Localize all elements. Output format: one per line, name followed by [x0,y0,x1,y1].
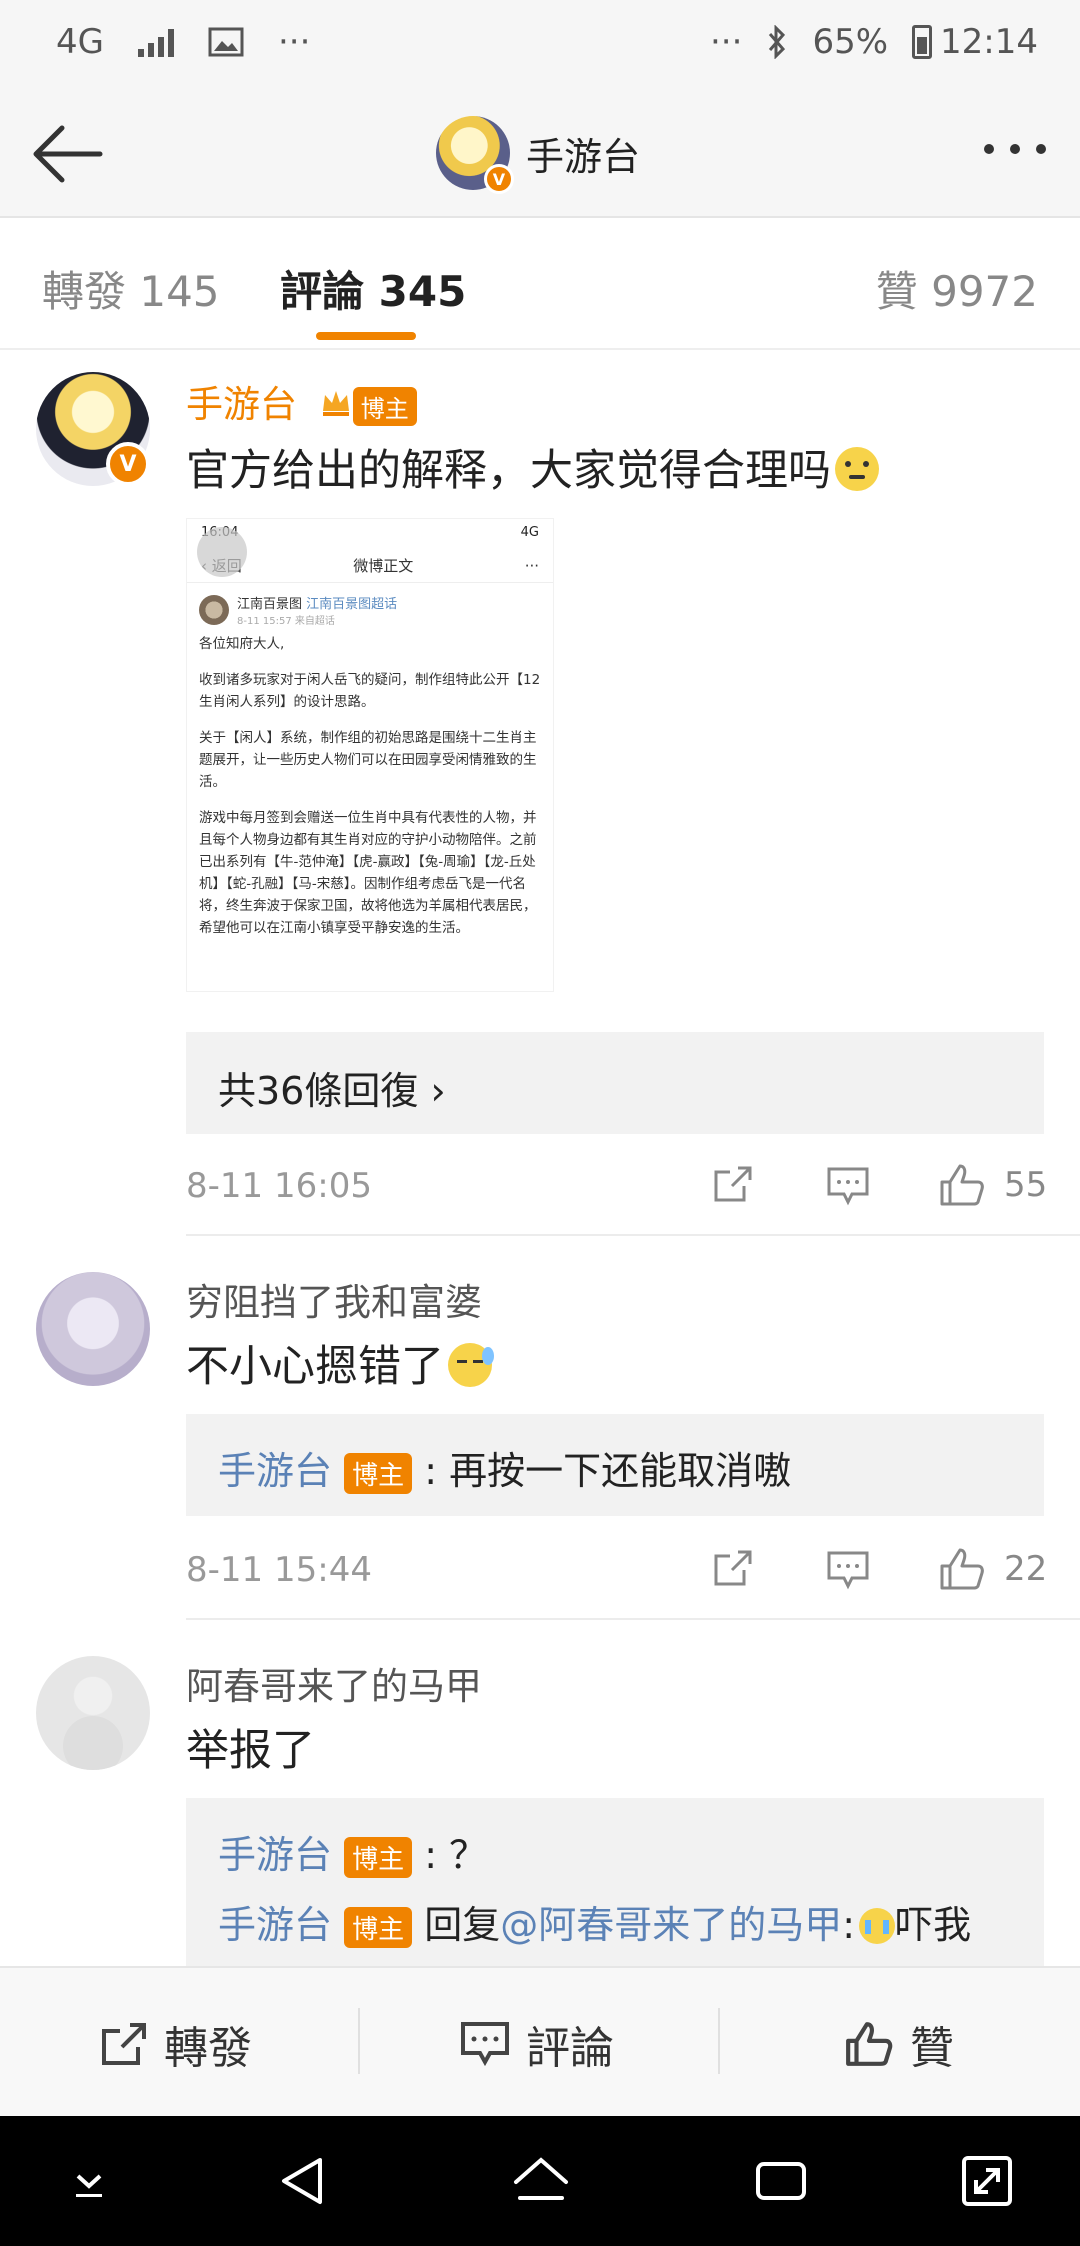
verified-icon: V [484,164,514,194]
divider [358,2008,360,2074]
system-nav-bar [0,2116,1080,2246]
top-nav-bar: V 手游台 [0,92,1080,218]
embedded-more: ··· [524,556,539,575]
like-bottom-button[interactable]: 贊 [844,2012,954,2076]
clock: 12:14 [940,22,1038,62]
reply-text: : 再按一下还能取消嗷 [424,1449,792,1493]
crying-emoji-icon [859,1908,896,1944]
embedded-body: 各位知府大人, 收到诸多玩家对于闲人岳飞的疑问，制作组特此公开【12生肖闲人系列… [199,636,541,936]
tab-bar: 轉發 145 評論 345 贊 9972 [0,218,1080,350]
floating-dot [197,527,247,577]
tab-forwards[interactable]: 轉發 145 [42,258,220,319]
reply-text: 吓我 [895,1903,972,1947]
active-tab-indicator [316,332,416,340]
reply-icon[interactable] [826,1166,870,1206]
comment-date: 8-11 15:44 [186,1550,372,1590]
comment-author[interactable]: 穷阻挡了我和富婆 [186,1272,482,1326]
forward-icon[interactable] [712,1548,754,1588]
reply-line: 手游台 博主 : 再按一下还能取消嗷 [218,1440,791,1495]
more-options-icon[interactable] [984,144,1046,154]
bluetooth-icon [769,25,786,59]
sweat-emoji-icon [448,1343,494,1387]
signal-icon [137,27,174,57]
divider [186,1618,1080,1620]
replies-link-box[interactable]: 共36條回復 › [186,1032,1044,1134]
author-badge: 博主 [344,1837,413,1878]
network-indicator: 4G [56,22,104,62]
author-badge: 博主 [344,1453,413,1494]
like-count: 22 [1004,1549,1048,1589]
avatar[interactable] [36,1272,150,1386]
header-avatar[interactable]: V [436,116,514,194]
expand-icon[interactable] [952,2146,1022,2216]
thumbs-up-icon [940,1164,984,1206]
embedded-network: 4G [520,525,539,540]
back-icon[interactable] [268,2146,338,2216]
author-badge: 博主 [344,1907,413,1948]
reply-author[interactable]: 手游台 [218,1449,332,1493]
tab-likes[interactable]: 贊 9972 [876,258,1038,319]
comment-date: 8-11 16:05 [186,1166,372,1206]
image-notification-icon [208,27,244,57]
bottom-action-bar: 轉發 評論 贊 [0,1966,1080,2116]
reply-icon[interactable] [826,1550,870,1590]
tab-comments[interactable]: 評論 345 [280,258,466,319]
status-bar: 4G ··· ··· 65% 12:14 [0,0,1080,92]
page-title: 手游台 [526,134,641,179]
comment-button[interactable]: 評論 [460,2012,614,2076]
thinking-emoji-icon [835,447,879,491]
home-icon[interactable] [506,2146,576,2216]
reply-preview-box[interactable]: 手游台 博主 : ？ 手游台 博主 回复@阿春哥来了的马甲: 吓我 [186,1798,1044,1966]
comment-text: 官方给出的解释，大家觉得合理吗 [186,436,879,498]
crown-icon [319,385,353,428]
forward-icon [102,2023,146,2065]
back-arrow-icon[interactable] [30,122,104,186]
divider [186,1234,1080,1236]
recent-apps-icon[interactable] [746,2146,816,2216]
embedded-user: 江南百景图 江南百景图超话 8-11 15:57 来自超话 [237,597,398,627]
thumbs-up-icon [940,1548,984,1590]
like-button[interactable]: 22 [938,1546,1047,1592]
reply-line: 手游台 博主 : ？ [218,1824,487,1879]
battery-percent: 65% [812,22,889,62]
embedded-title: 微博正文 [353,557,414,575]
like-button[interactable]: 55 [938,1162,1047,1208]
comment-author[interactable]: 阿春哥来了的马甲 [186,1656,482,1710]
header-user[interactable]: V 手游台 [436,116,641,194]
comment-author[interactable]: 手游台 博主 [186,374,417,428]
replies-link[interactable]: 共36條回復 › [218,1060,446,1115]
reply-line: 手游台 博主 回复@阿春哥来了的马甲: 吓我 [218,1894,971,1949]
forward-icon[interactable] [712,1164,754,1204]
comment-text: 不小心摁错了 [186,1332,494,1394]
forward-button[interactable]: 轉發 [100,2012,252,2076]
reply-colon: : [842,1903,856,1947]
more-status-indicator: ··· [710,22,743,62]
reply-prefix: 回复 [424,1903,501,1947]
author-badge: 博主 [352,387,417,426]
avatar[interactable] [36,1656,150,1770]
like-count: 55 [1004,1165,1048,1205]
divider [718,2008,720,2074]
hide-keyboard-icon[interactable] [54,2146,124,2216]
reply-author[interactable]: 手游台 [218,1903,332,1947]
reply-text: : ？ [424,1833,488,1877]
comment-icon [461,2022,509,2067]
battery-icon [912,25,933,59]
mention-link[interactable]: @阿春哥来了的马甲 [500,1903,842,1947]
reply-author[interactable]: 手游台 [218,1833,332,1877]
embedded-avatar [199,595,229,625]
comment-text: 举报了 [186,1726,315,1776]
comment-image[interactable]: 16:044G ‹ 返回 微博正文 ··· 江南百景图 江南百景图超话 8-11… [186,518,554,992]
chevron-right-icon: › [430,1069,446,1113]
verified-icon: V [106,442,150,486]
reply-preview-box[interactable]: 手游台 博主 : 再按一下还能取消嗷 [186,1414,1044,1516]
thumbs-up-icon [846,2022,893,2066]
more-notifications-indicator: ··· [277,22,311,62]
